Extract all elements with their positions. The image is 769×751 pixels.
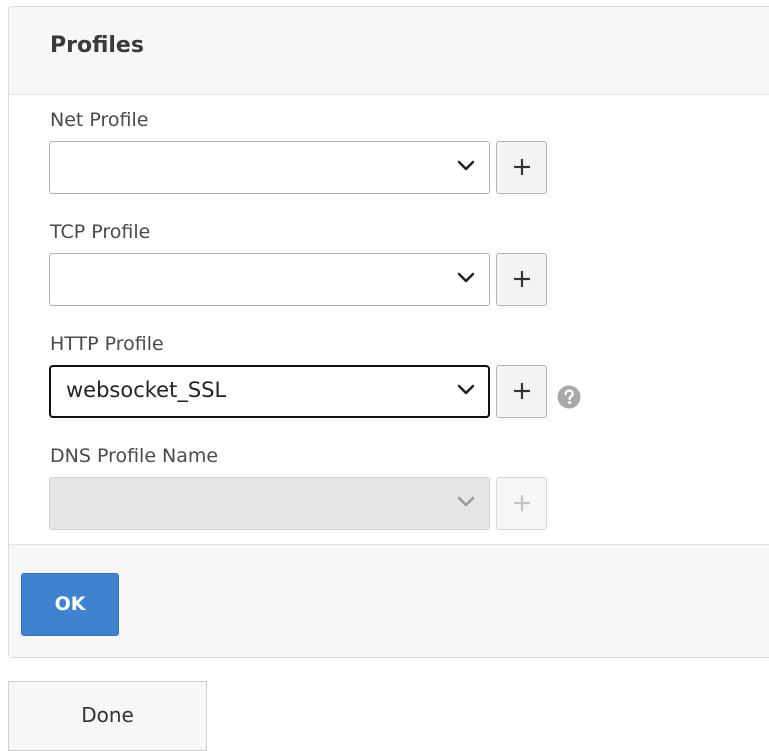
add-dns-profile-button[interactable] bbox=[496, 477, 547, 530]
ok-button[interactable]: OK bbox=[21, 573, 119, 636]
chevron-down-icon bbox=[457, 272, 475, 283]
profiles-panel: Profiles Net Profile TCP Profile HTTP Pr… bbox=[8, 6, 769, 658]
add-net-profile-button[interactable] bbox=[496, 141, 547, 194]
plus-icon bbox=[514, 383, 530, 399]
panel-header: Profiles bbox=[9, 7, 769, 95]
plus-icon bbox=[514, 495, 530, 511]
tcp-profile-select[interactable] bbox=[49, 253, 490, 306]
chevron-down-icon bbox=[457, 384, 475, 395]
add-http-profile-button[interactable] bbox=[496, 365, 547, 418]
dns-profile-name-label: DNS Profile Name bbox=[50, 445, 219, 467]
chevron-down-icon bbox=[457, 160, 475, 171]
panel-title: Profiles bbox=[50, 33, 144, 58]
http-profile-select[interactable]: websocket_SSL bbox=[49, 365, 490, 418]
dns-profile-name-select[interactable] bbox=[49, 477, 490, 530]
question-circle-icon[interactable] bbox=[557, 385, 581, 409]
net-profile-label: Net Profile bbox=[50, 109, 149, 131]
http-profile-value: websocket_SSL bbox=[66, 378, 227, 402]
tcp-profile-label: TCP Profile bbox=[50, 221, 151, 243]
plus-icon bbox=[514, 159, 530, 175]
chevron-down-icon bbox=[457, 496, 475, 507]
plus-icon bbox=[514, 271, 530, 287]
http-profile-label: HTTP Profile bbox=[50, 333, 164, 355]
panel-footer: OK bbox=[9, 544, 769, 657]
add-tcp-profile-button[interactable] bbox=[496, 253, 547, 306]
done-button[interactable]: Done bbox=[8, 681, 207, 751]
net-profile-select[interactable] bbox=[49, 141, 490, 194]
